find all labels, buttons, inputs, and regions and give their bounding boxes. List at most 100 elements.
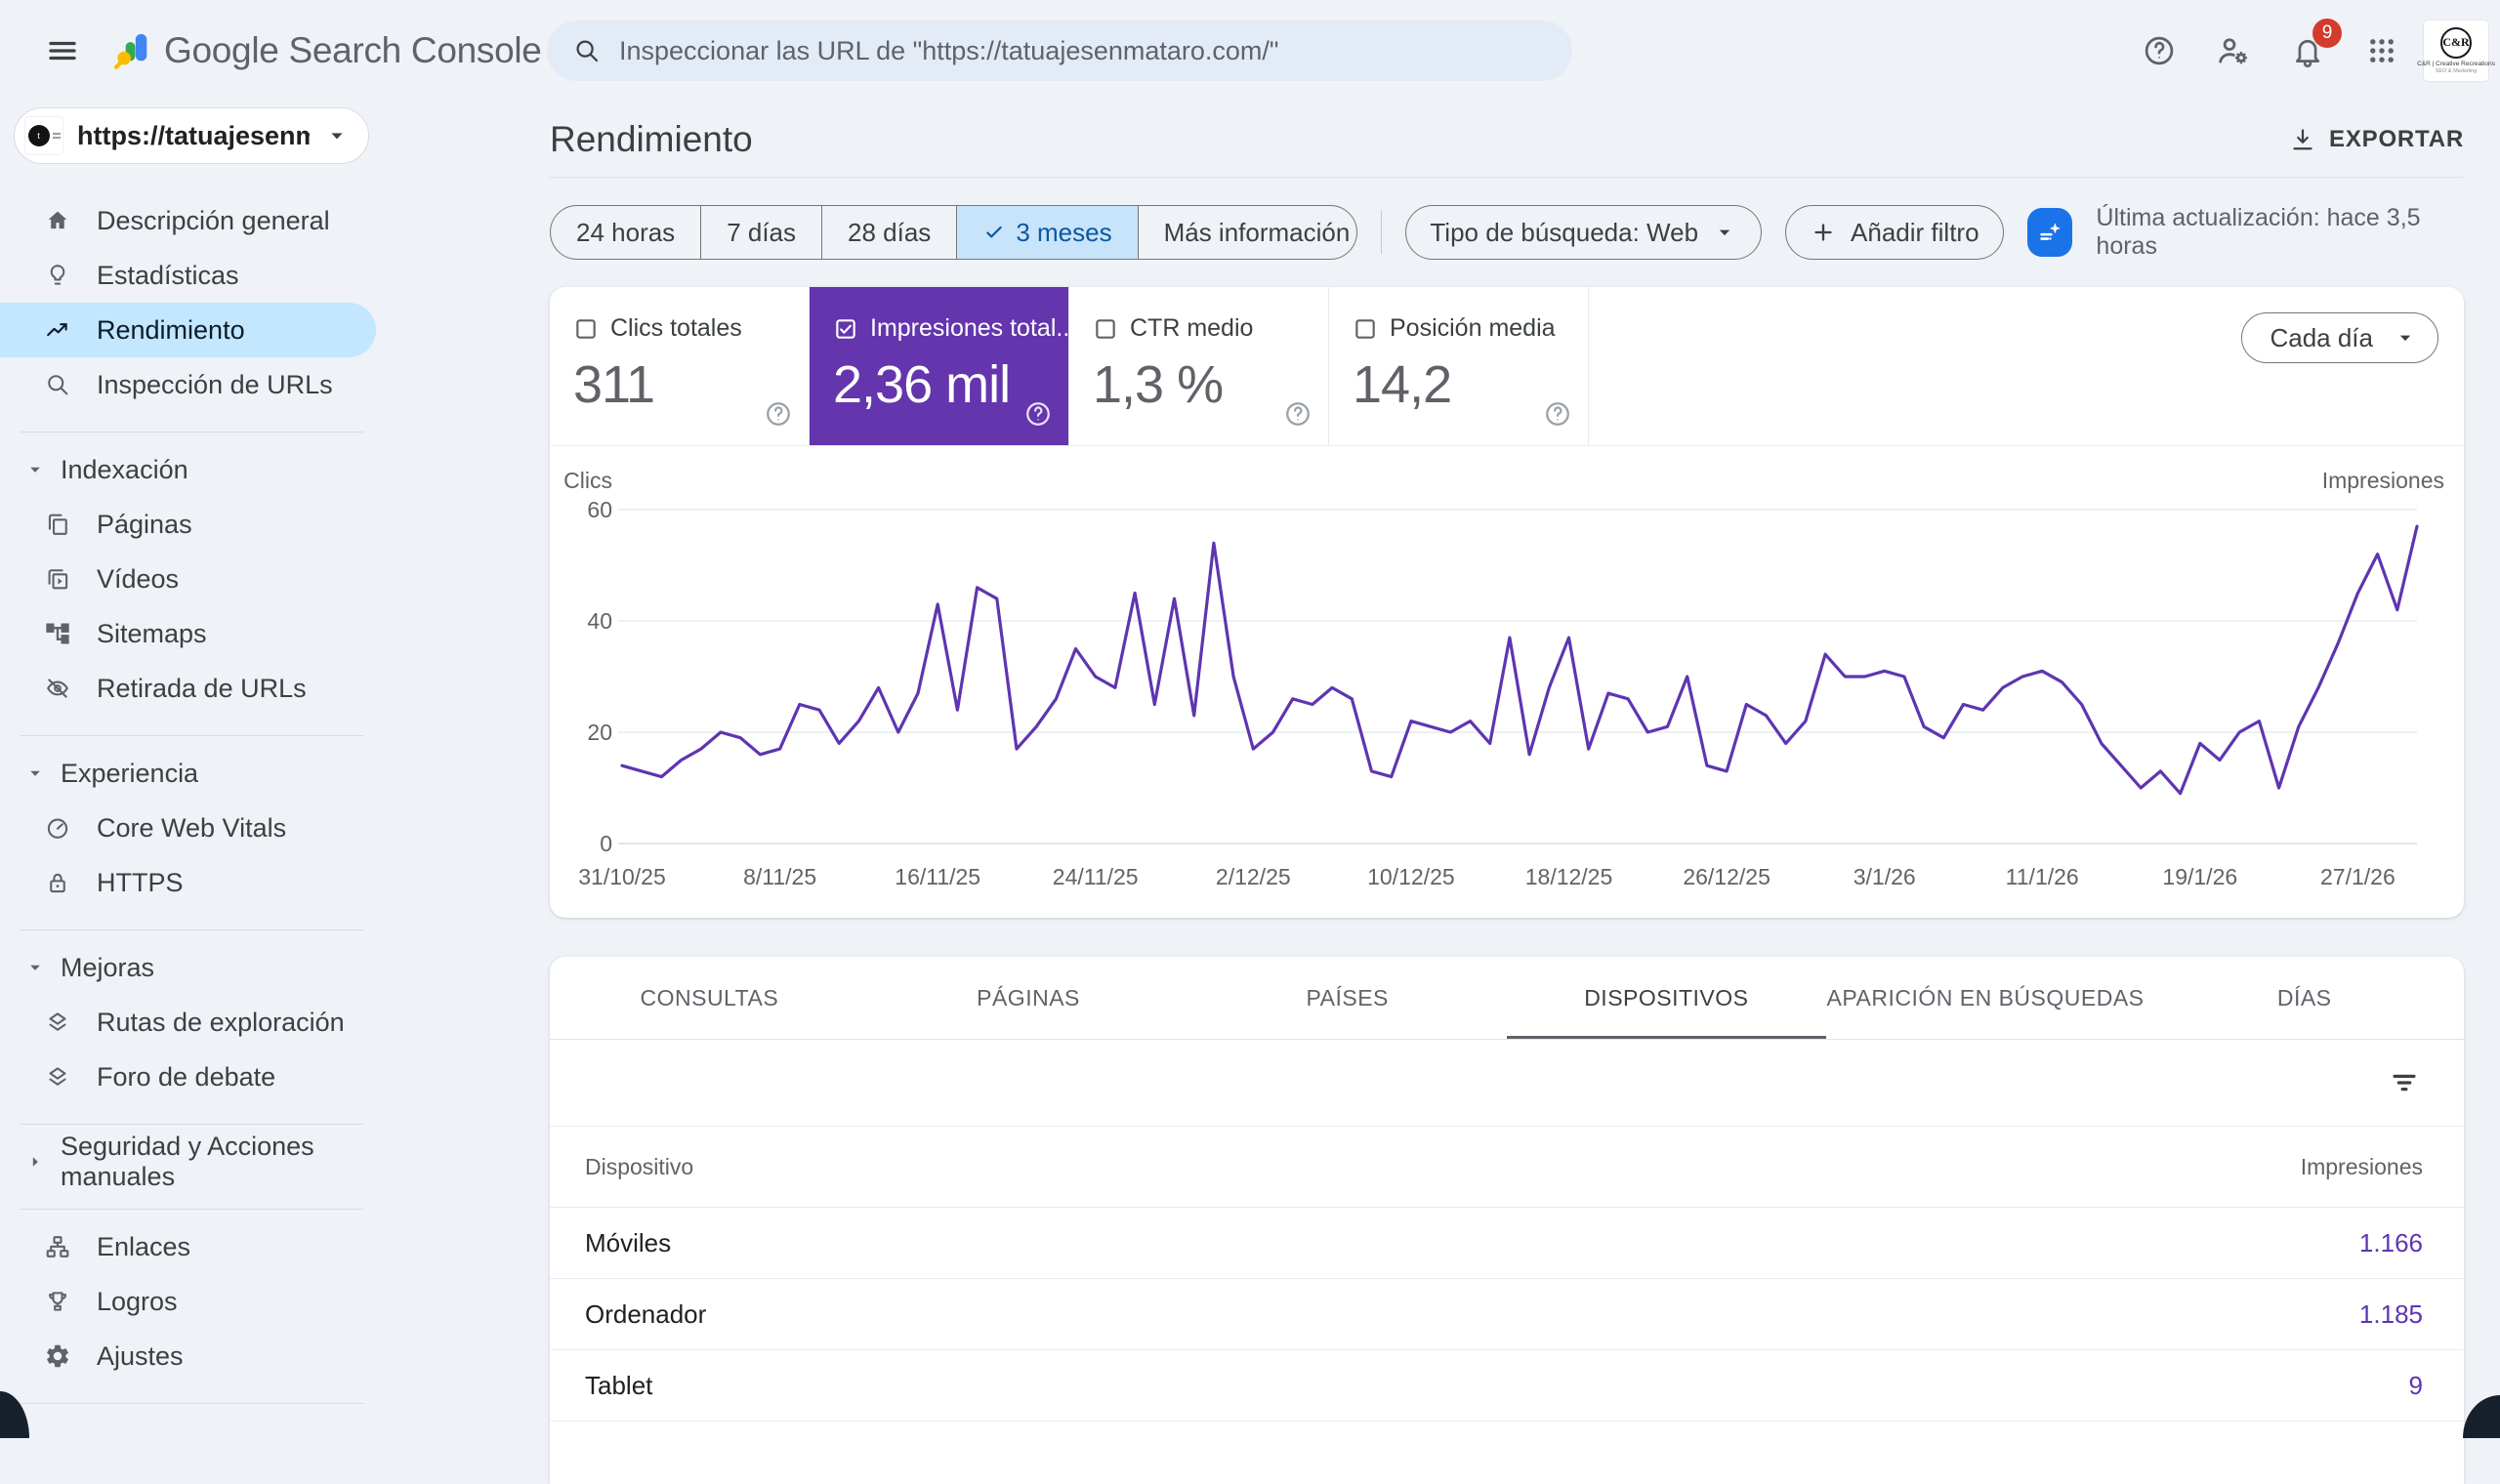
metric-help-button[interactable] [764,399,793,433]
gear-icon [44,1342,71,1370]
range-label: 7 días [727,218,796,248]
svg-text:2/12/25: 2/12/25 [1216,864,1291,889]
tab-dispositivos[interactable]: DISPOSITIVOS [1507,957,1826,1039]
filter-list-icon [2388,1066,2421,1099]
sidebar-item-videos[interactable]: Vídeos [0,552,383,606]
notifications-button[interactable]: 9 [2275,19,2340,83]
svg-text:20: 20 [587,720,612,745]
sidebar-section-seguridad-y-acciones-manuales[interactable]: Seguridad y Acciones manuales [0,1134,383,1189]
metric-help-button[interactable] [1023,399,1053,433]
range-3-meses[interactable]: 3 meses [956,206,1137,259]
sidebar-item-label: Estadísticas [97,261,239,291]
layers-icon [44,1009,71,1036]
sidebar-item-foro-de-debate[interactable]: Foro de debate [0,1050,383,1104]
table-row-tablet[interactable]: Tablet9 [550,1350,2464,1422]
help-button[interactable] [2127,19,2191,83]
sidebar-item-retirada-de-urls[interactable]: Retirada de URLs [0,661,383,716]
metric-card-posicion-media[interactable]: Posición media14,2 [1329,287,1589,445]
section-label: Experiencia [61,759,198,789]
sidebar-item-core-web-vitals[interactable]: Core Web Vitals [0,801,383,855]
date-range-segmented-control: 24 horas 7 días 28 días 3 meses Más informac… [550,205,1357,260]
column-header-device: Dispositivo [585,1154,2301,1180]
svg-text:0: 0 [600,831,612,856]
hamburger-menu-button[interactable] [39,27,86,74]
sidebar-section-mejoras[interactable]: Mejoras [0,940,383,995]
tab-consultas[interactable]: CONSULTAS [550,957,869,1039]
metric-card-clics-totales[interactable]: Clics totales311 [550,287,810,445]
search-type-filter[interactable]: Tipo de búsqueda: Web [1405,205,1762,260]
links-icon [44,1233,71,1260]
url-inspection-input[interactable] [619,36,1547,66]
sidebar-item-enlaces[interactable]: Enlaces [0,1219,383,1274]
help-icon [1543,399,1572,429]
sidebar-item-label: Páginas [97,510,192,540]
range-more-options[interactable]: Más información [1138,206,1358,259]
sidebar-item-descripcion-general[interactable]: Descripción general [0,193,383,248]
sidebar-item-label: Core Web Vitals [97,813,286,844]
caret-down-icon [2393,325,2418,350]
range-7-dias[interactable]: 7 días [700,206,821,259]
add-filter-button[interactable]: Añadir filtro [1785,205,2004,260]
sidebar-item-logros[interactable]: Logros [0,1274,383,1329]
tab-dias[interactable]: DÍAS [2145,957,2464,1039]
page-header: Rendimiento EXPORTAR [550,102,2464,178]
property-selector[interactable]: t https://tatuajesenmata... [14,107,369,164]
compare-filters-button[interactable] [2027,208,2073,257]
sidebar-item-rendimiento[interactable]: Rendimiento [0,303,376,357]
tab-paginas[interactable]: PÁGINAS [869,957,1188,1039]
metric-card-impresiones-total[interactable]: Impresiones total...2,36 mil [810,287,1069,445]
sidebar-item-estadisticas[interactable]: Estadísticas [0,248,383,303]
metric-help-button[interactable] [1543,399,1572,433]
granularity-label: Cada día [2270,323,2373,353]
range-24-horas[interactable]: 24 horas [551,206,700,259]
sidebar-item-label: Rutas de exploración [97,1008,345,1038]
tab-label: PÁGINAS [977,985,1080,1011]
granularity-dropdown[interactable]: Cada día [2241,312,2438,363]
sidebar-item-https[interactable]: HTTPS [0,855,383,910]
sidebar-divider [20,929,363,930]
user-settings-button[interactable] [2201,19,2266,83]
trending-up-icon [44,316,71,344]
range-28-dias[interactable]: 28 días [821,206,956,259]
sidebar-section-experiencia[interactable]: Experiencia [0,746,383,801]
sidebar-item-sitemaps[interactable]: Sitemaps [0,606,383,661]
sidebar-item-paginas[interactable]: Páginas [0,497,383,552]
sidebar-item-rutas-de-exploracion[interactable]: Rutas de exploración [0,995,383,1050]
metric-help-button[interactable] [1283,399,1312,433]
section-label: Mejoras [61,953,154,983]
svg-text:31/10/25: 31/10/25 [578,864,666,889]
metric-label: Posición media [1390,314,1556,343]
tab-label: CONSULTAS [641,985,779,1011]
sitemap-icon [44,620,71,647]
account-avatar[interactable]: C&R C&R | Creative RecreationsSEO & Mark… [2424,21,2488,81]
checkbox-unchecked-icon [1093,316,1118,342]
table-row-ordenador[interactable]: Ordenador1.185 [550,1279,2464,1350]
metric-card-ctr-medio[interactable]: CTR medio1,3 % [1069,287,1329,445]
caret-down-icon [23,762,47,785]
column-header-impressions[interactable]: Impresiones [2301,1154,2423,1180]
sidebar-item-ajustes[interactable]: Ajustes [0,1329,383,1383]
brand[interactable]: Google Search Console [111,30,542,71]
svg-text:3/1/26: 3/1/26 [1854,864,1916,889]
sidebar-item-inspeccion-de-urls[interactable]: Inspección de URLs [0,357,383,412]
tab-label: APARICIÓN EN BÚSQUEDAS [1827,985,2145,1011]
performance-line-chart: 020406031/10/258/11/2516/11/2524/11/252/… [550,459,2464,898]
sidebar-section-indexacion[interactable]: Indexación [0,442,383,497]
svg-text:8/11/25: 8/11/25 [743,864,816,889]
range-label: 3 meses [1016,218,1111,248]
table-row-moviles[interactable]: Móviles1.166 [550,1208,2464,1279]
url-inspection-searchbar[interactable] [547,21,1572,81]
device-cell: Ordenador [585,1299,2359,1330]
checkbox-unchecked-icon [573,316,599,342]
export-button[interactable]: EXPORTAR [2288,125,2464,154]
range-label: 28 días [848,218,931,248]
google-apps-button[interactable] [2350,19,2414,83]
tab-paises[interactable]: PAÍSES [1188,957,1507,1039]
speed-icon [44,814,71,842]
sidebar-item-label: Ajustes [97,1341,184,1372]
metric-label: Impresiones total... [870,314,1076,343]
caret-down-icon [23,458,47,481]
sidebar-item-label: Retirada de URLs [97,674,307,704]
search-console-logo-icon [111,32,148,69]
tab-aparicion-en-busquedas[interactable]: APARICIÓN EN BÚSQUEDAS [1826,957,2146,1039]
